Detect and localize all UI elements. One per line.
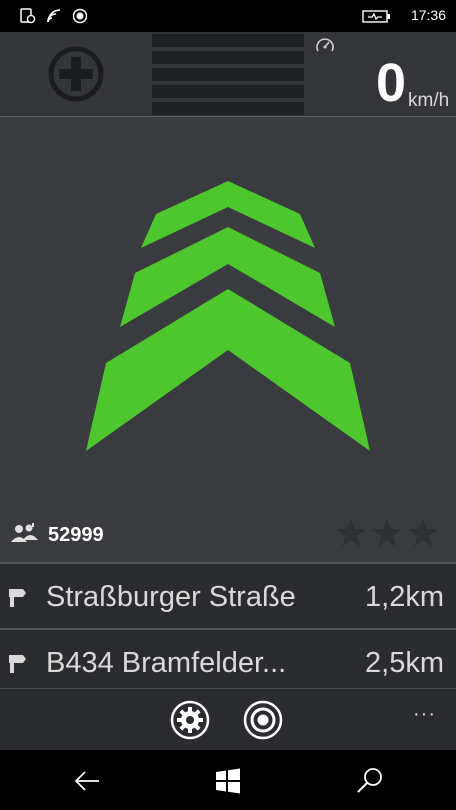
list-item[interactable]: Straßburger Straße 1,2km	[0, 562, 456, 628]
route-list: Straßburger Straße 1,2km B434 Bramfelder…	[0, 562, 456, 694]
back-icon[interactable]	[72, 766, 102, 796]
user-count: 52999	[48, 524, 104, 546]
route-distance: 1,2km	[365, 581, 444, 613]
battery-charging-icon	[362, 10, 390, 23]
star-icon	[372, 519, 402, 547]
more-button[interactable]: ···	[413, 703, 436, 726]
direction-view: 52999	[0, 117, 456, 562]
navigation-bar	[0, 750, 456, 810]
signal-bar	[152, 51, 304, 64]
target-icon[interactable]	[243, 700, 283, 740]
location-icon	[72, 8, 88, 24]
route-name: Straßburger Straße	[46, 581, 296, 613]
wifi-icon	[47, 9, 61, 23]
speed-unit: km/h	[408, 90, 450, 111]
speedometer-icon	[316, 38, 334, 52]
list-item[interactable]: B434 Bramfelder... 2,5km	[0, 628, 456, 694]
app-bar: ···	[0, 688, 456, 751]
top-bar: 0 km/h	[0, 32, 456, 117]
windows-icon[interactable]	[213, 766, 243, 796]
star-icon	[408, 519, 438, 547]
speed-value: 0	[376, 53, 407, 113]
users-icon	[11, 523, 38, 542]
signal-bar	[152, 102, 304, 115]
signal-bar	[152, 34, 304, 47]
chevron-up-icon	[86, 181, 370, 451]
route-name: B434 Bramfelder...	[46, 647, 287, 679]
search-icon[interactable]	[355, 766, 385, 796]
star-icon	[336, 519, 366, 547]
rating-stars	[336, 519, 438, 547]
plus-circle-icon[interactable]	[46, 44, 106, 104]
settings-icon[interactable]	[170, 700, 210, 740]
status-time: 17:36	[410, 7, 446, 23]
signpost-icon	[9, 589, 26, 607]
status-bar: 17:36	[0, 0, 456, 32]
signal-bar	[152, 85, 304, 98]
route-distance: 2,5km	[365, 647, 444, 679]
signal-strength-panel	[152, 32, 304, 116]
signpost-icon	[9, 655, 26, 673]
signal-bar	[152, 68, 304, 81]
data-sync-icon	[20, 8, 36, 24]
